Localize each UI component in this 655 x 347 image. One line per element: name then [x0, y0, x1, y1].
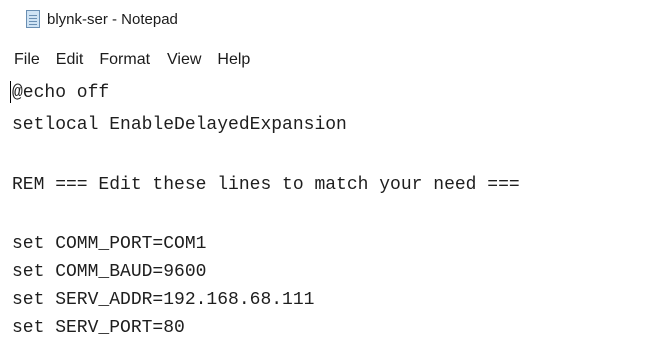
title-bar[interactable]: blynk-ser - Notepad — [0, 0, 655, 38]
notepad-window: blynk-ser - Notepad File Edit Format Vie… — [0, 0, 655, 347]
text-editor-area[interactable]: @echo off setlocal EnableDelayedExpansio… — [0, 78, 655, 347]
editor-line: @echo off — [12, 83, 110, 103]
editor-line: set SERV_PORT=80 — [12, 318, 185, 338]
text-caret — [10, 81, 11, 103]
menu-view[interactable]: View — [167, 49, 201, 71]
menu-bar: File Edit Format View Help — [0, 46, 250, 74]
editor-line: setlocal EnableDelayedExpansion — [12, 115, 347, 135]
menu-help[interactable]: Help — [217, 49, 250, 71]
menu-format[interactable]: Format — [99, 49, 150, 71]
notepad-icon — [26, 10, 40, 28]
menu-file[interactable]: File — [14, 49, 40, 71]
menu-edit[interactable]: Edit — [56, 49, 84, 71]
editor-line: set COMM_PORT=COM1 — [12, 234, 207, 254]
editor-line: REM === Edit these lines to match your n… — [12, 175, 520, 195]
editor-line: set SERV_ADDR=192.168.68.111 — [12, 290, 315, 310]
window-title: blynk-ser - Notepad — [47, 10, 178, 28]
editor-line: set COMM_BAUD=9600 — [12, 262, 207, 282]
